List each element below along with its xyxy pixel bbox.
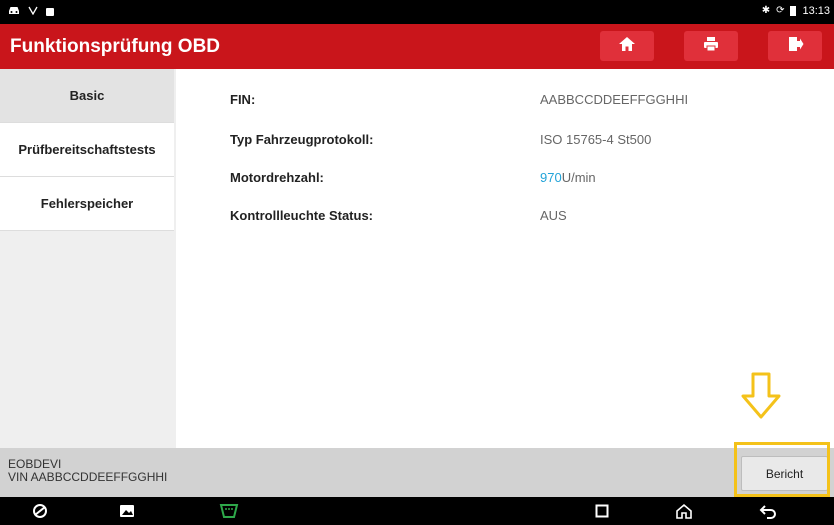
info-value: AABBCCDDEEFFGGHHI [540,92,689,107]
info-value: AUS [540,208,567,223]
exit-icon [786,35,804,58]
home-button[interactable] [600,31,654,61]
sidebar-item-label: Fehlerspeicher [40,196,134,211]
status-right-icons: ✱ ⟳ 13:13 [762,5,830,17]
sidebar-item-fehlerspeicher[interactable]: Fehlerspeicher [0,177,174,231]
status-left-icons [8,5,54,19]
info-value: ISO 15765-4 St500 [540,132,652,147]
signal-icon [28,5,38,19]
page-title: Funktionsprüfung OBD [10,36,221,57]
vehicle-info: EOBDEVI VIN AABBCCDDEEFFGGHHI [8,458,167,484]
sync-icon: ⟳ [776,5,785,16]
obd-icon[interactable] [217,501,241,521]
title-bar: Funktionsprüfung OBD [0,24,834,69]
footer-bar: EOBDEVI VIN AABBCCDDEEFFGGHHI [0,448,834,497]
car-icon [8,5,20,19]
recents-icon[interactable] [592,501,612,521]
battery-icon [790,6,797,16]
browser-icon[interactable] [30,501,50,521]
status-bar: ✱ ⟳ 13:13 [0,0,834,24]
bluetooth-icon: ✱ [761,5,771,16]
info-label: Kontrollleuchte Status: [230,208,374,223]
sidebar-item-label: Prüfbereitschaftstests [18,142,156,157]
info-label: Typ Fahrzeugprotokoll: [230,132,374,147]
rpm-unit: U/min [561,170,596,185]
square-icon [46,8,54,16]
rpm-number: 970 [540,170,562,185]
info-panel: FIN: AABBCCDDEEFFGGHHI Typ Fahrzeugproto… [176,69,834,448]
sidebar-item-label: Basic [69,88,105,103]
arrow-down-icon [741,372,781,419]
highlight-box [734,442,830,497]
sidebar-item-basic[interactable]: Basic [0,69,174,123]
info-value: 970U/min [540,170,596,185]
gallery-icon[interactable] [117,501,137,521]
exit-button[interactable] [768,31,822,61]
printer-icon [702,35,720,58]
print-button[interactable] [684,31,738,61]
home-icon [618,35,636,58]
navigation-bar [0,497,834,525]
info-label: Motordrehzahl: [230,170,324,185]
home-nav-icon[interactable] [673,501,695,521]
sidebar: Basic Prüfbereitschaftstests Fehlerspeic… [0,69,176,448]
back-icon[interactable] [757,501,779,521]
footer-line-2: VIN AABBCCDDEEFFGGHHI [8,470,168,484]
sidebar-item-pruefbereitschaftstests[interactable]: Prüfbereitschaftstests [0,123,174,177]
clock: 13:13 [802,5,830,17]
info-label: FIN: [230,92,256,107]
